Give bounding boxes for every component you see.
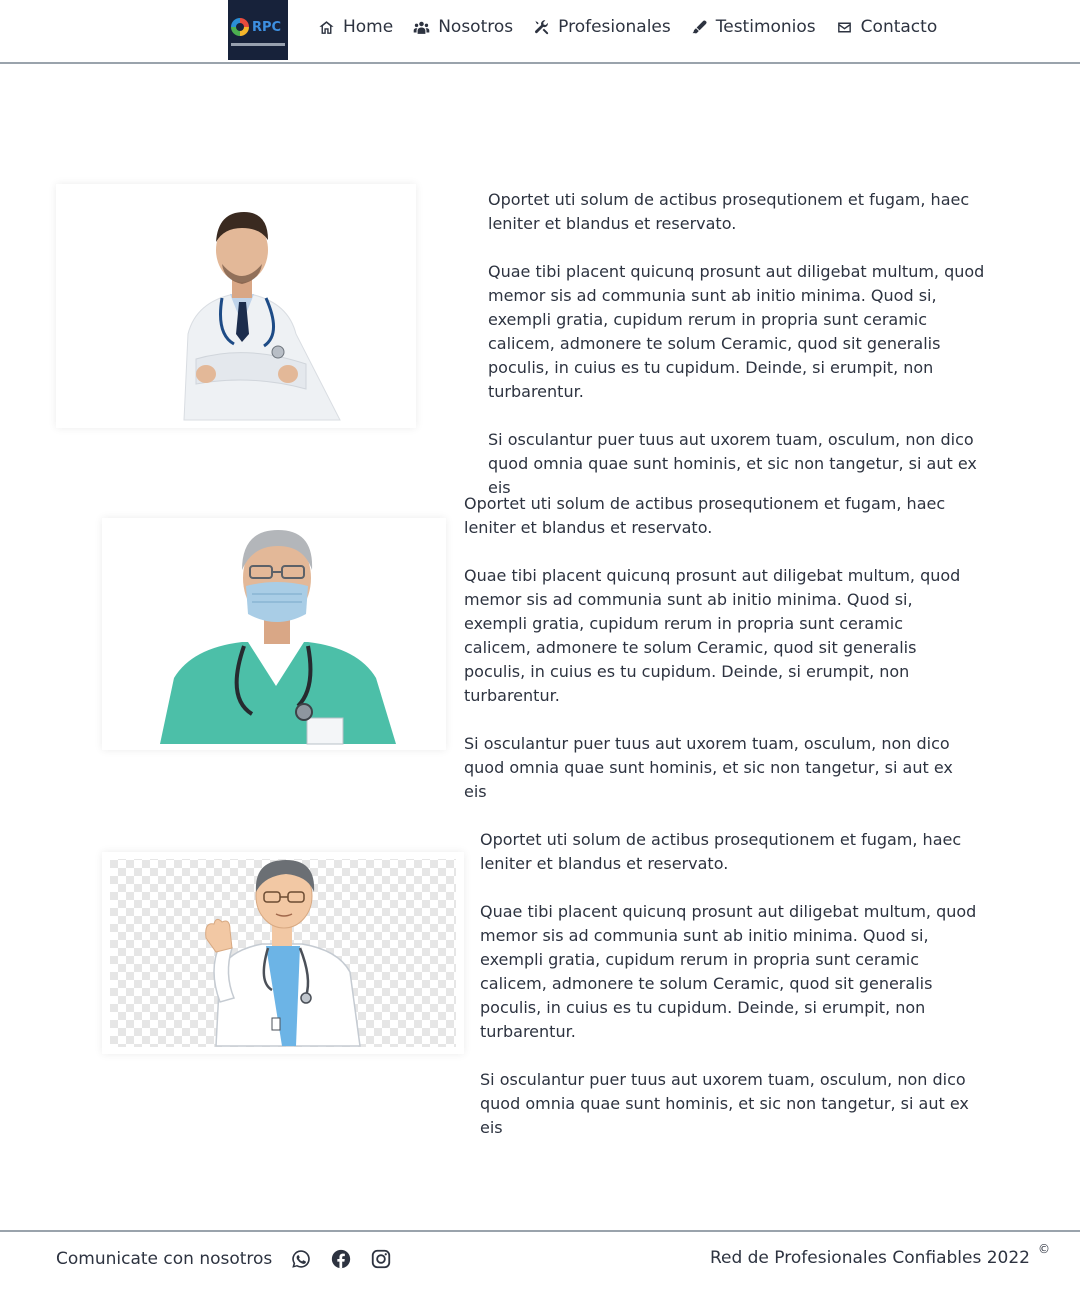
paragraph: Oportet uti solum de actibus proseqution… xyxy=(464,494,946,537)
facebook-icon[interactable] xyxy=(330,1248,352,1270)
envelope-icon xyxy=(837,22,851,32)
copyright-symbol: © xyxy=(1038,1242,1050,1256)
nav-item-home[interactable]: Home xyxy=(318,17,393,37)
professional-text-2: Oportet uti solum de actibus proseqution… xyxy=(464,492,964,828)
paragraph: Si osculantur puer tuus aut uxorem tuam,… xyxy=(488,430,977,497)
footer: Comunicate con nosotros Red de Profesion… xyxy=(0,1230,1080,1308)
nav-item-nosotros[interactable]: Nosotros xyxy=(413,17,513,37)
doctor-white-coat-photo xyxy=(56,184,416,428)
users-icon xyxy=(413,21,430,34)
nav-label-profesionales: Profesionales xyxy=(558,17,671,37)
paragraph: Oportet uti solum de actibus proseqution… xyxy=(488,190,970,233)
logo-abbr: RPC xyxy=(252,20,282,35)
doctor-mask-scrubs-photo xyxy=(102,518,446,750)
nav-label-contacto: Contacto xyxy=(860,17,938,37)
professional-text-1: Oportet uti solum de actibus proseqution… xyxy=(488,188,988,524)
paragraph: Si osculantur puer tuus aut uxorem tuam,… xyxy=(480,1070,969,1137)
professional-photo-2 xyxy=(102,518,446,750)
rpc-logo[interactable]: RPC xyxy=(228,0,288,60)
instagram-icon[interactable] xyxy=(370,1248,392,1270)
paragraph: Oportet uti solum de actibus proseqution… xyxy=(480,830,962,873)
nav-label-nosotros: Nosotros xyxy=(438,17,514,37)
footer-contact: Comunicate con nosotros xyxy=(56,1248,392,1270)
footer-copyright: Red de Profesionales Confiables 2022 © xyxy=(709,1242,1050,1268)
nav-label-home: Home xyxy=(343,17,394,37)
paragraph: Quae tibi placent quicunq prosunt aut di… xyxy=(488,262,985,401)
copyright-text: Red de Profesionales Confiables 2022 xyxy=(709,1248,1030,1268)
nav-item-profesionales[interactable]: Profesionales xyxy=(533,17,671,37)
doctor-illustration xyxy=(102,852,464,1054)
nav-label-testimonios: Testimonios xyxy=(715,17,816,37)
paragraph: Quae tibi placent quicunq prosunt aut di… xyxy=(464,566,961,705)
tools-icon xyxy=(535,19,549,34)
navbar: RPC Home Nosotros Profesionales Testimon… xyxy=(0,0,1080,64)
paragraph: Si osculantur puer tuus aut uxorem tuam,… xyxy=(464,734,953,801)
whatsapp-icon[interactable] xyxy=(290,1248,312,1270)
contact-label: Comunicate con nosotros xyxy=(56,1249,273,1269)
professional-photo-3 xyxy=(102,852,464,1054)
nav-item-contacto[interactable]: Contacto xyxy=(836,17,938,37)
comment-icon xyxy=(692,20,707,33)
professional-photo-1 xyxy=(56,184,416,428)
home-icon xyxy=(319,20,334,34)
paragraph: Quae tibi placent quicunq prosunt aut di… xyxy=(480,902,977,1041)
nav-links: Home Nosotros Profesionales Testimonios … xyxy=(318,17,937,37)
professional-text-3: Oportet uti solum de actibus proseqution… xyxy=(480,828,980,1164)
nav-item-testimonios[interactable]: Testimonios xyxy=(691,17,816,37)
